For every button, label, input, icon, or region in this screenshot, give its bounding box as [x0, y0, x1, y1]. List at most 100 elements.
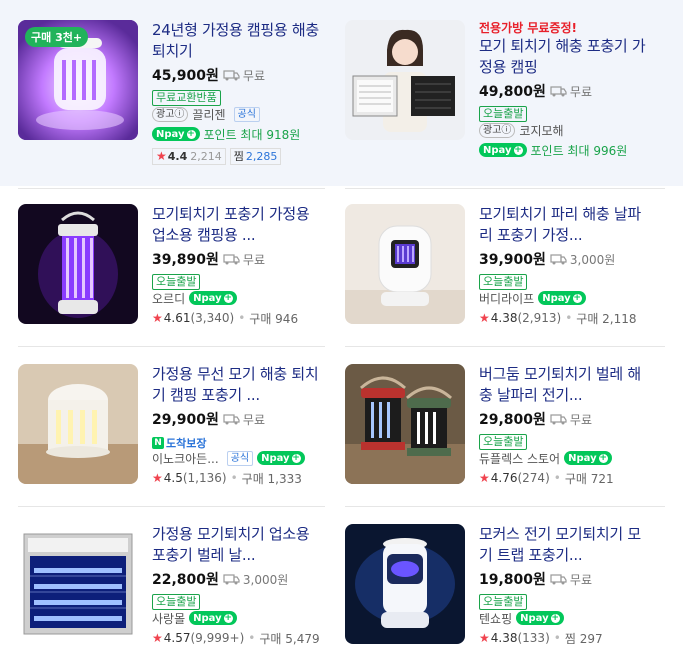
row-divider [345, 346, 665, 347]
free-return-tag: 무료교환반품 [152, 90, 221, 106]
purchase-count: 구매 946 [249, 311, 299, 326]
purchase-count: 구매 5,479 [259, 631, 320, 646]
product-title[interactable]: 버그둠 모기퇴치기 벌레 해충 날파리 전기... [479, 364, 651, 406]
shipping-fee: 무료 [242, 252, 265, 267]
review-count[interactable]: (133) [517, 631, 549, 645]
product-title[interactable]: 가정용 무선 모기 해충 퇴치기 캠핑 포충기 ... [152, 364, 324, 406]
product-image[interactable] [345, 204, 465, 324]
review-count[interactable]: (3,340) [190, 311, 234, 325]
product-image[interactable] [345, 364, 465, 484]
shipping-fee: 3,000원 [242, 572, 289, 587]
product-price: 45,900원 [152, 68, 219, 84]
rating-value: 4.38 [490, 311, 518, 325]
seller-name[interactable]: 끌리젠 [192, 106, 225, 123]
purchase-count: 구매 1,333 [241, 471, 302, 486]
product-card[interactable]: 가정용 무선 모기 해충 퇴치기 캠핑 포충기 ... 29,900원 무료 N… [18, 364, 344, 524]
star-icon: ★ [152, 311, 163, 325]
review-count[interactable]: (2,913) [517, 311, 561, 325]
seller-name[interactable]: 코지모해 [519, 122, 563, 139]
product-title[interactable]: 모기 퇴치기 해충 포충기 가정용 캠핑 [479, 36, 651, 78]
ad-label[interactable]: 광고ⓘ [479, 122, 516, 138]
product-image[interactable] [18, 364, 138, 484]
rating-value: 4.57 [163, 631, 191, 645]
point-info: 포인트 최대 996원 [530, 143, 628, 158]
truck-icon [550, 413, 568, 425]
product-image[interactable] [345, 524, 465, 644]
row-divider [18, 506, 325, 507]
today-shipping-tag: 오늘출발 [152, 274, 201, 290]
today-shipping-tag: 오늘출발 [479, 106, 528, 122]
product-card[interactable]: 모기퇴치기 포충기 가정용 업소용 캠핑용 ... 39,890원 무료 오늘출… [18, 204, 344, 364]
row-divider [18, 346, 325, 347]
seller-name[interactable]: 사랑몰 [152, 610, 185, 627]
star-icon: ★ [479, 471, 490, 485]
rating-value: 4.61 [163, 311, 191, 325]
product-price: 49,800원 [479, 84, 546, 100]
product-card[interactable]: 모기퇴치기 파리 해충 날파리 포충기 가정... 39,900원 3,000원… [345, 204, 671, 364]
shipping-fee: 무료 [569, 572, 592, 587]
purchase-badge: 구매 3천+ [25, 27, 89, 47]
today-shipping-tag: 오늘출발 [152, 594, 201, 610]
today-shipping-tag: 오늘출발 [479, 274, 528, 290]
product-image[interactable] [18, 204, 138, 324]
official-badge: 공식 [226, 450, 254, 466]
product-card[interactable]: 버그둠 모기퇴치기 벌레 해충 날파리 전기... 29,800원 무료 오늘출… [345, 364, 671, 524]
truck-icon [223, 573, 241, 585]
truck-icon [223, 413, 241, 425]
truck-icon [223, 253, 241, 265]
seller-name[interactable]: 듀플렉스 스토어 [479, 450, 560, 467]
purchase-count: 구매 721 [564, 471, 614, 486]
point-info: 포인트 최대 918원 [203, 127, 301, 142]
truck-icon [223, 69, 241, 81]
official-badge: 공식 [233, 106, 260, 122]
seller-name[interactable]: 오르디 [152, 290, 185, 307]
product-image[interactable] [345, 20, 465, 140]
product-title[interactable]: 모기퇴치기 포충기 가정용 업소용 캠핑용 ... [152, 204, 324, 246]
product-title[interactable]: 모기퇴치기 파리 해충 날파리 포충기 가정... [479, 204, 651, 246]
truck-icon [550, 85, 568, 97]
product-price: 39,900원 [479, 252, 546, 268]
product-price: 22,800원 [152, 572, 219, 588]
product-image[interactable] [18, 524, 138, 644]
product-title[interactable]: 24년형 가정용 캠핑용 해충 퇴치기 [152, 20, 324, 62]
star-icon: ★ [152, 471, 163, 485]
truck-icon [550, 253, 568, 265]
rating-value: 4.5 [163, 471, 183, 485]
ad-label[interactable]: 광고ⓘ [152, 106, 189, 122]
star-icon: ★ [152, 631, 163, 645]
product-card[interactable]: 가정용 모기퇴치기 업소용 포충기 벌레 날... 22,800원 3,000원… [18, 524, 344, 671]
row-divider [18, 188, 325, 189]
seller-name[interactable]: 텐쇼핑 [479, 610, 512, 627]
shipping-fee: 무료 [242, 68, 265, 83]
product-card[interactable]: 구매 3천+ 24년형 가정용 캠핑용 해충 퇴치기 45,900원 무료 무료… [18, 20, 344, 180]
product-card[interactable]: 전용가방 무료증정! 모기 퇴치기 해충 포충기 가정용 캠핑 49,800원 … [345, 20, 671, 180]
purchase-count: 구매 2,118 [576, 311, 637, 326]
product-title[interactable]: 모커스 전기 모기퇴치기 모기 트랩 포충기... [479, 524, 651, 566]
seller-name[interactable]: 버디라이프 [479, 290, 534, 307]
product-price: 19,800원 [479, 572, 546, 588]
shipping-fee: 무료 [242, 412, 265, 427]
review-count[interactable]: (274) [517, 471, 549, 485]
rating-value: 4.38 [490, 631, 518, 645]
product-title[interactable]: 가정용 모기퇴치기 업소용 포충기 벌레 날... [152, 524, 324, 566]
truck-icon [550, 573, 568, 585]
product-image[interactable]: 구매 3천+ [18, 20, 138, 140]
product-card[interactable]: 모커스 전기 모기퇴치기 모기 트랩 포충기... 19,800원 무료 오늘출… [345, 524, 671, 671]
npay-icon: Npay + [479, 143, 527, 157]
rating-box: ★ 4.4 2,214 [152, 147, 226, 165]
rating-value: 4.76 [490, 471, 518, 485]
star-icon: ★ [479, 631, 490, 645]
product-price: 39,890원 [152, 252, 219, 268]
review-count[interactable]: (1,136) [183, 471, 227, 485]
review-count[interactable]: (9,999+) [190, 631, 244, 645]
shipping-fee: 무료 [569, 84, 592, 99]
wish-box[interactable]: 찜 2,285 [229, 147, 282, 165]
npay-icon: Npay + [538, 291, 586, 305]
shipping-fee: 3,000원 [569, 252, 616, 267]
row-divider [345, 506, 665, 507]
star-icon: ★ [479, 311, 490, 325]
npay-icon: Npay + [257, 451, 305, 465]
promo-text: 전용가방 무료증정! [479, 21, 577, 35]
seller-name[interactable]: 이노크아든... [152, 450, 219, 467]
npay-icon: Npay + [189, 611, 237, 625]
